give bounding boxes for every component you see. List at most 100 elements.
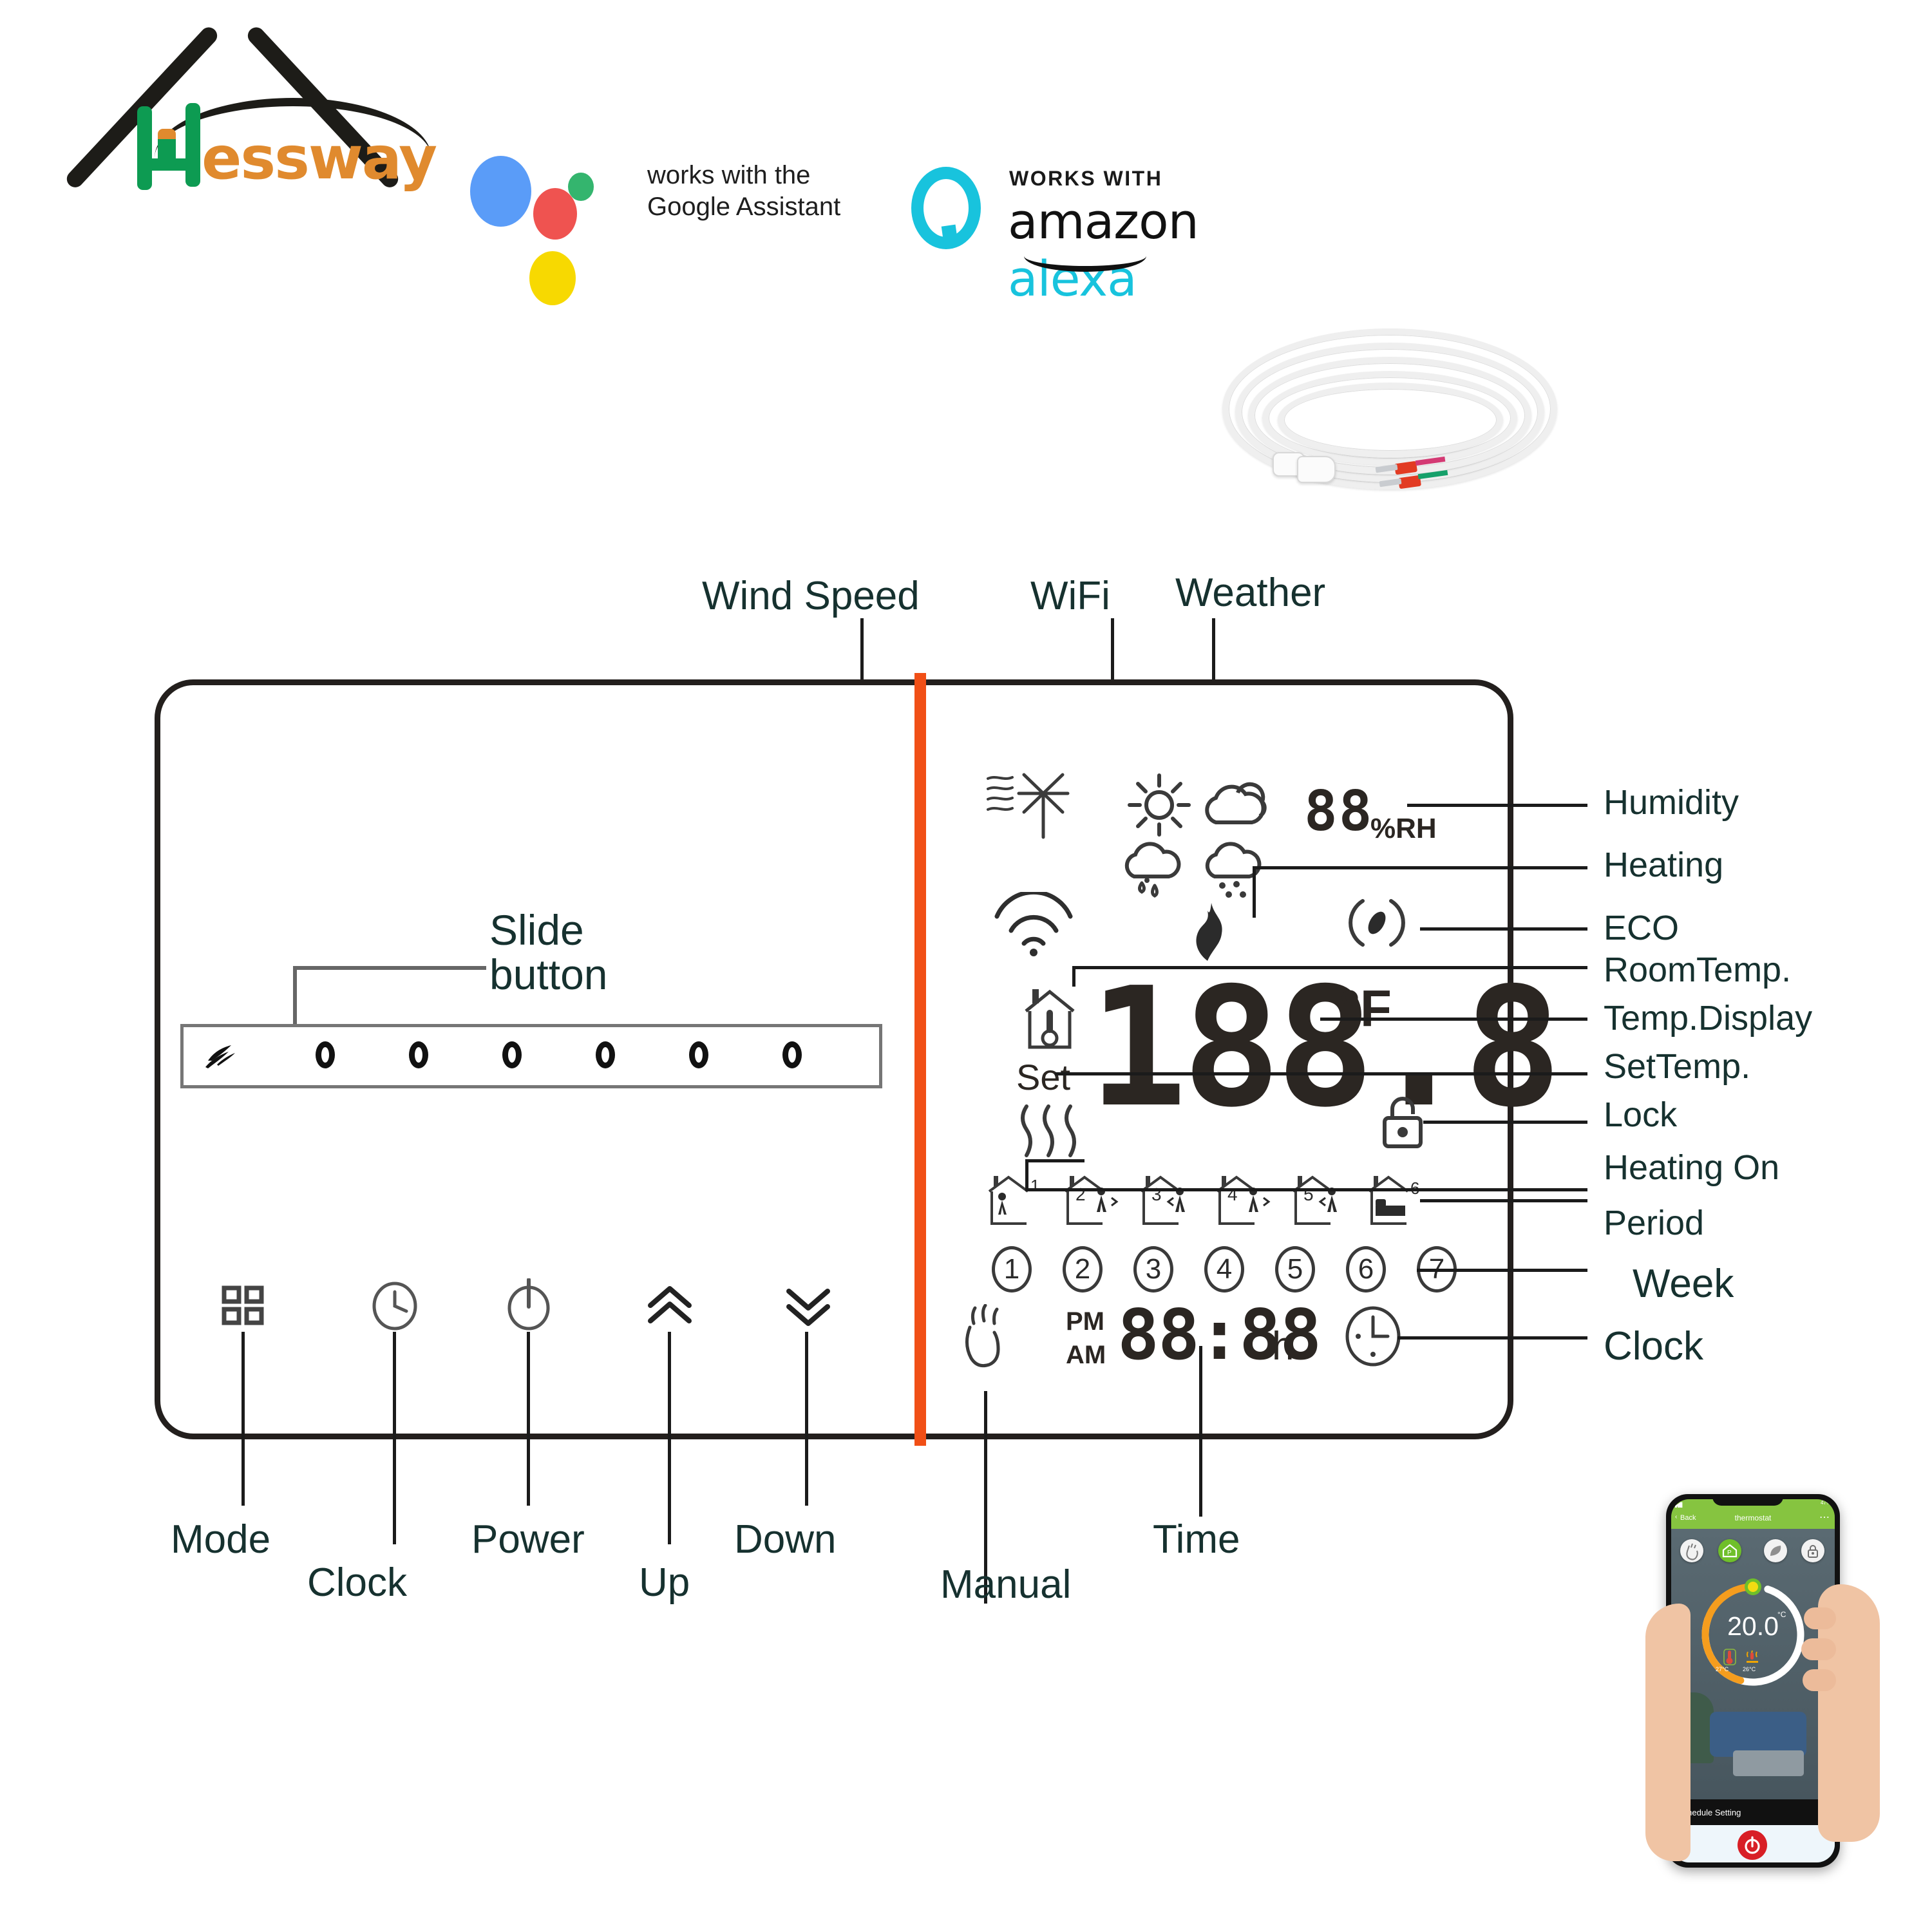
room-temp-icon <box>1723 1649 1736 1665</box>
slide-button-label-line1: Slide <box>489 906 584 954</box>
leader-mode <box>242 1332 245 1506</box>
leader-slide-h <box>293 966 486 970</box>
google-dot-yellow <box>529 251 576 305</box>
time-unit: h <box>1272 1324 1294 1368</box>
slide-dot-6[interactable] <box>782 1041 802 1068</box>
reading-left: 27°C <box>1716 1666 1729 1672</box>
week-circle-1: 1 <box>992 1246 1032 1293</box>
leader-tempdisplay <box>1320 1018 1587 1021</box>
label-power: Power <box>471 1517 585 1562</box>
eco-leaf-icon <box>1770 1546 1781 1556</box>
slide-dot-4[interactable] <box>596 1041 615 1068</box>
leader-clock-lcd <box>1397 1336 1587 1340</box>
label-up: Up <box>639 1560 690 1605</box>
period-icon-4: 4 <box>1216 1175 1271 1225</box>
manual-hand-icon <box>965 1304 1000 1368</box>
label-down: Down <box>734 1517 837 1562</box>
slide-dot-5[interactable] <box>689 1041 708 1068</box>
app-button-manual[interactable] <box>1680 1539 1703 1562</box>
app-button-eco[interactable] <box>1764 1539 1787 1562</box>
hand-manual-icon <box>1686 1543 1698 1560</box>
wind-fan-icon <box>987 773 1070 839</box>
logo-h-right-post <box>185 103 200 187</box>
am-label: AM <box>1066 1341 1106 1369</box>
orange-divider-bar <box>914 673 926 1446</box>
period-icon-1: 1 <box>988 1175 1039 1225</box>
leader-down <box>805 1332 808 1506</box>
slide-dot-3[interactable] <box>502 1041 522 1068</box>
week-circle-4: 4 <box>1204 1246 1244 1293</box>
label-set-temp: SetTemp. <box>1604 1047 1751 1086</box>
google-badge-line1: works with the <box>647 161 811 189</box>
leader-slide-v <box>293 966 297 1025</box>
app-button-program[interactable]: P <box>1718 1539 1741 1562</box>
label-room-temp: RoomTemp. <box>1604 951 1792 989</box>
floor-sensor-cable-photo <box>1211 316 1610 528</box>
google-assistant-badge: works with the Google Assistant <box>470 148 869 305</box>
label-humidity: Humidity <box>1604 783 1739 822</box>
home-program-icon: P <box>1722 1544 1738 1558</box>
google-dot-green <box>568 173 594 201</box>
lcd-clock-icon <box>1345 1306 1401 1367</box>
power-icon[interactable] <box>506 1278 552 1331</box>
week-circle-2: 2 <box>1063 1246 1103 1293</box>
battery-label: 47% <box>1820 1500 1831 1506</box>
hessway-logo: essway <box>39 24 438 206</box>
power-button[interactable] <box>1738 1830 1767 1860</box>
hand-right <box>1801 1584 1880 1842</box>
leader-heatingon-h <box>1025 1188 1587 1191</box>
temperature-digits: 188.8 <box>1088 952 1562 1144</box>
down-icon[interactable] <box>782 1285 834 1327</box>
slide-dot-2[interactable] <box>409 1041 428 1068</box>
leader-roomtemp-h <box>1072 966 1587 969</box>
slide-button-label-line2: button <box>489 951 608 999</box>
svg-text:3: 3 <box>1151 1184 1162 1204</box>
heat-waves-icon <box>1021 1104 1076 1157</box>
week-circle-6: 6 <box>1346 1246 1386 1293</box>
lock-icon <box>1383 1097 1423 1148</box>
svg-text:P: P <box>1727 1549 1732 1557</box>
slide-button-label: Slide button <box>489 906 608 999</box>
amazon-smile-icon <box>1024 240 1146 272</box>
google-badge-line2: Google Assistant <box>647 192 841 221</box>
power-bar <box>1671 1825 1835 1862</box>
phone-menu-button[interactable]: ⋯ <box>1819 1511 1830 1524</box>
lock-icon <box>1808 1545 1818 1558</box>
phone-title: thermostat <box>1734 1513 1772 1522</box>
power-icon <box>1745 1836 1760 1854</box>
leader-heatingon-v <box>1025 1159 1028 1190</box>
humidity-digits: 88 <box>1304 779 1374 844</box>
leader-clock-btn <box>393 1332 396 1544</box>
clock-icon[interactable] <box>370 1282 419 1331</box>
sun-icon <box>1128 773 1191 837</box>
label-lock: Lock <box>1604 1095 1678 1134</box>
leader-period <box>1420 1199 1587 1202</box>
set-label: Set <box>1016 1057 1071 1097</box>
leader-week <box>1417 1269 1587 1272</box>
phone-nav-bar: ‹ Back thermostat ⋯ <box>1671 1510 1835 1529</box>
mode-icon[interactable] <box>221 1285 265 1327</box>
reading-right: 26°C <box>1743 1666 1756 1672</box>
week-circles-row: 1 2 3 4 5 6 7 <box>992 1246 1457 1298</box>
svg-text:4: 4 <box>1227 1184 1238 1204</box>
label-heating-on: Heating On <box>1604 1148 1780 1187</box>
label-period: Period <box>1604 1204 1705 1242</box>
cloud-icon <box>1205 782 1267 824</box>
up-icon[interactable] <box>644 1285 696 1327</box>
dial-unit: °C <box>1777 1610 1786 1619</box>
leader-heating-v <box>1253 866 1256 918</box>
label-time: Time <box>1153 1517 1240 1562</box>
logo-h-left-post <box>137 106 152 190</box>
room-thermometer-icon <box>1025 989 1075 1049</box>
svg-text:5: 5 <box>1303 1184 1314 1204</box>
slide-dot-1[interactable] <box>316 1041 335 1068</box>
period-icon-5: 5 <box>1292 1175 1337 1225</box>
label-clock-button: Clock <box>307 1560 408 1605</box>
label-weather: Weather <box>1175 571 1326 615</box>
label-wind-speed: Wind Speed <box>702 574 920 618</box>
schedule-setting-row[interactable]: Schedule Setting <box>1671 1799 1835 1825</box>
mobile-app-mockup: 47% ‹ Back thermostat ⋯ P 20.0 °C 27°C 2… <box>1645 1494 1884 1880</box>
app-button-lock[interactable] <box>1801 1539 1824 1562</box>
slide-button-strip[interactable] <box>180 1024 882 1088</box>
temperature-dial[interactable]: 20.0 °C 27°C 26°C <box>1695 1577 1811 1692</box>
